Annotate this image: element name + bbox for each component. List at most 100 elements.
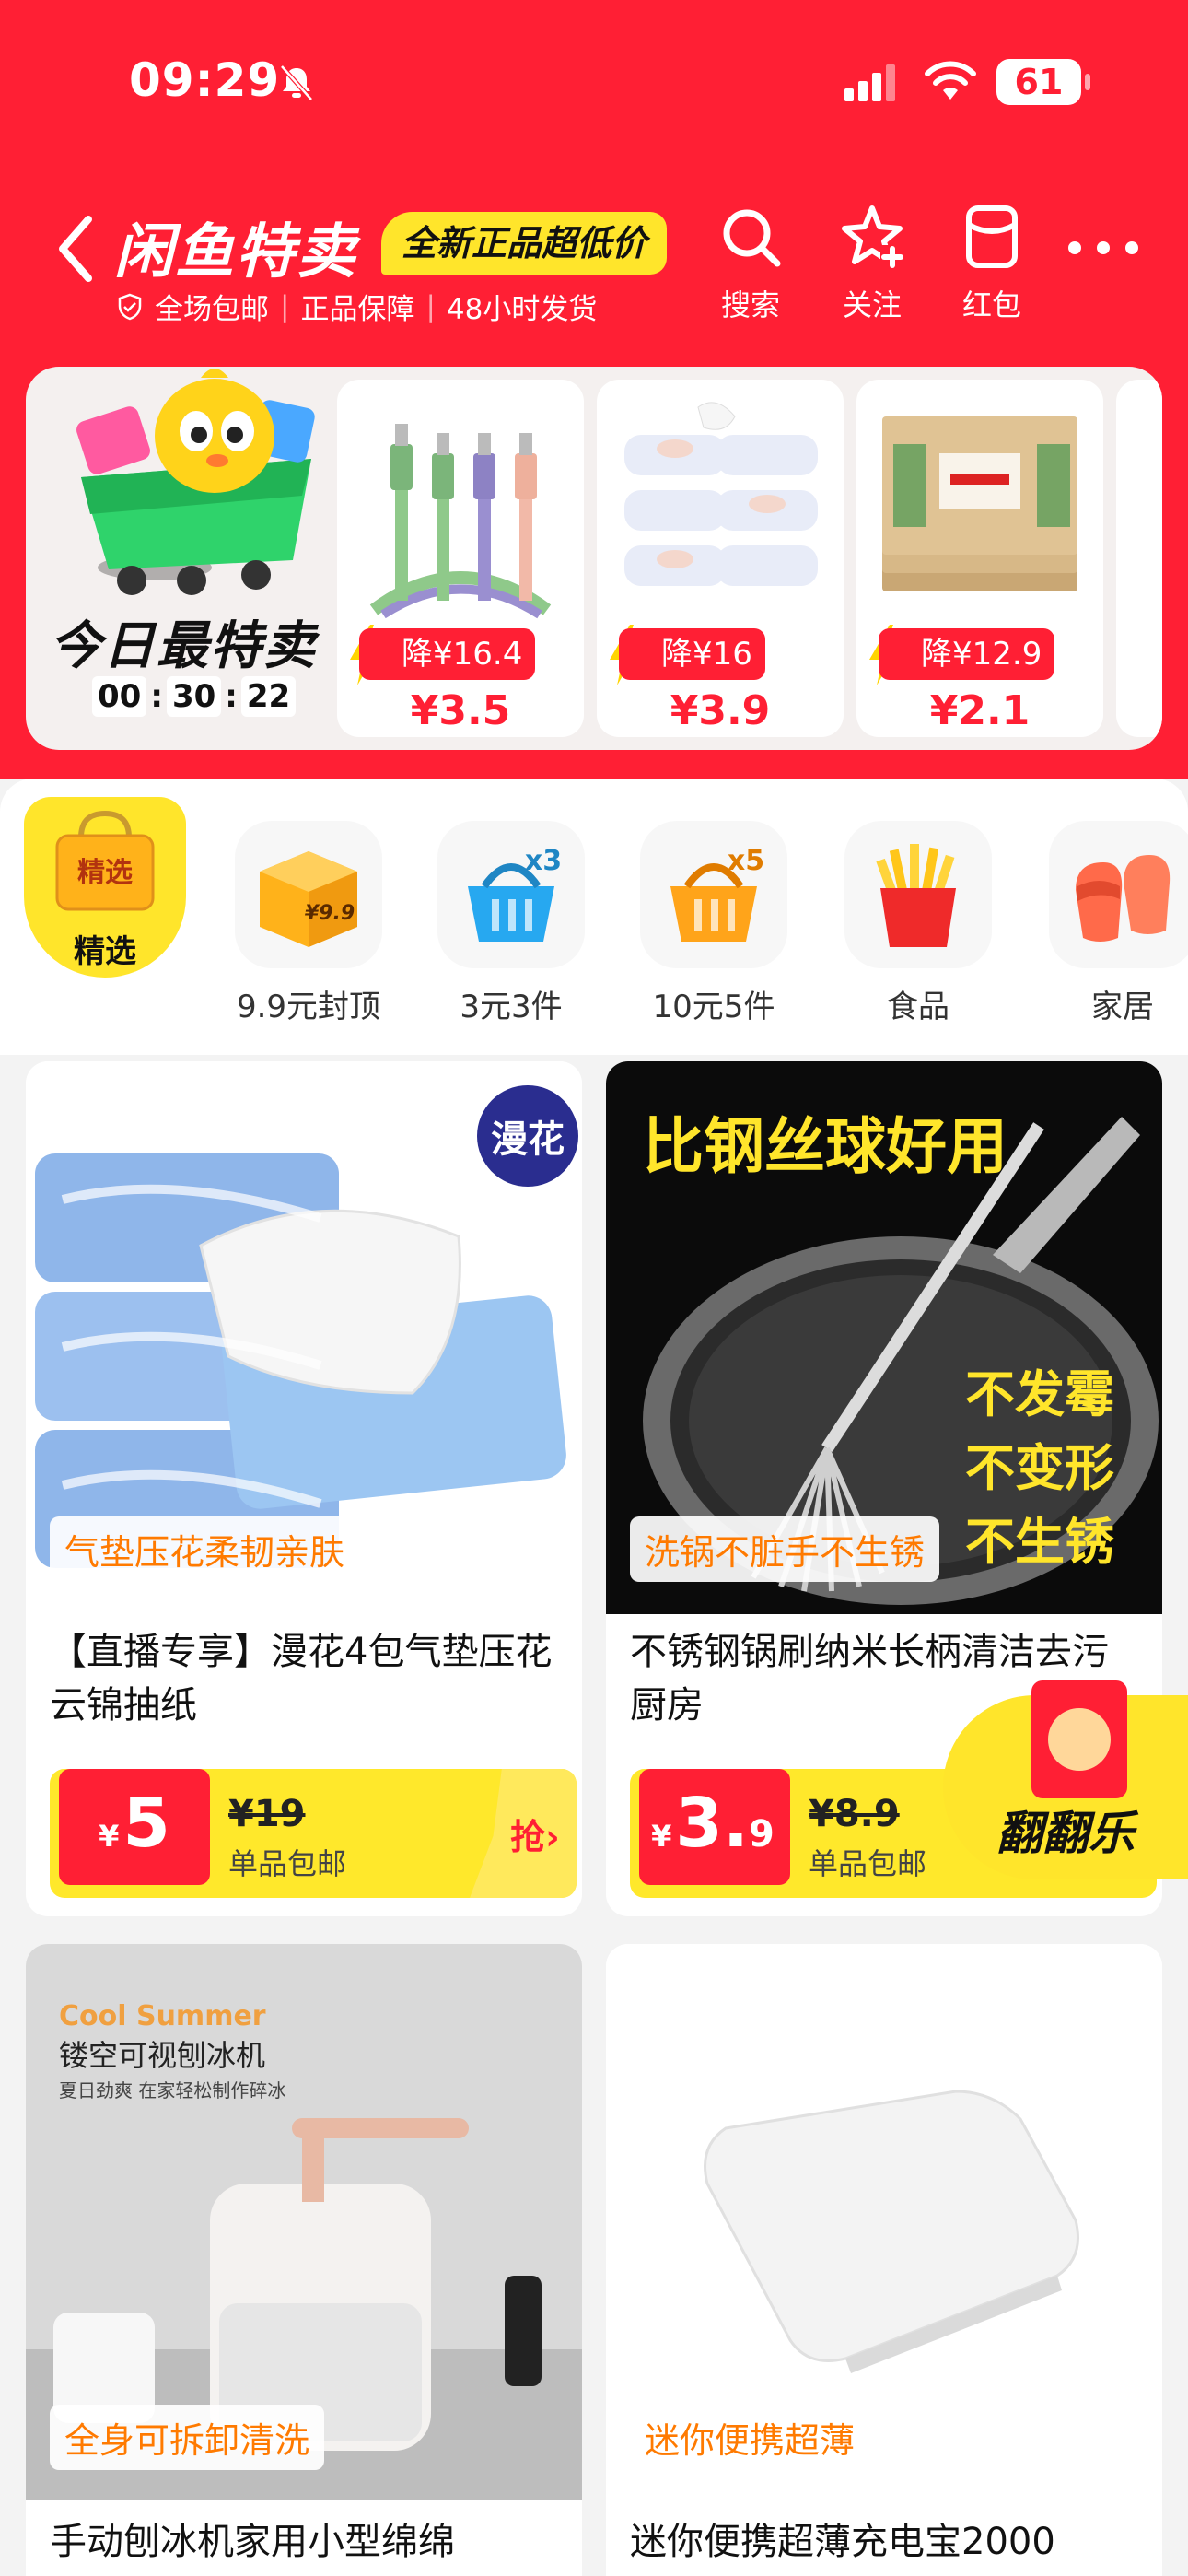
image-kicker: Cool Summer [59, 2000, 266, 2032]
category-label: 家居 [1091, 989, 1154, 1025]
category-label: 食品 [887, 989, 949, 1025]
category-label: 10元5件 [652, 989, 775, 1025]
image-claim: 不变形 [965, 1439, 1114, 1497]
image-headline: 镂空可视刨冰机 [59, 2038, 265, 2073]
product-card[interactable]: 迷你便携超薄 迷你便携超薄充电宝2000 [606, 1944, 1162, 2576]
todays-deals-panel[interactable]: 今日最特卖 00 : 30 : 22 降¥16.4 ¥3.5 降¥16 ¥3.9… [26, 367, 1162, 750]
charging-cables-image [369, 424, 552, 619]
flip-game-floating-button[interactable]: 翻翻乐 [943, 1680, 1188, 1879]
product-title: 手动刨冰机家用小型绵绵 [50, 2521, 455, 2563]
status-bar: 09:29 61 [0, 46, 1188, 120]
search-icon [723, 209, 781, 267]
category-item[interactable]: x3 3元3件 [433, 821, 589, 1026]
category-item[interactable]: x5 10元5件 [635, 821, 792, 1026]
service-promises: 全场包邮 | 正品保障 | 48小时发货 [116, 286, 597, 327]
promise-authentic: 正品保障 [300, 293, 415, 326]
battery-indicator: 61 [996, 59, 1090, 105]
star-plus-icon [842, 205, 904, 269]
bell-muted-icon [280, 64, 313, 101]
currency-symbol: ¥ [651, 1819, 672, 1854]
more-menu-button[interactable] [1068, 234, 1138, 262]
deal-card[interactable]: 降¥16 ¥3.9 [597, 380, 844, 737]
product-tagline: 洗锅不脏手不生锈 [630, 1516, 940, 1582]
deal-card[interactable]: 降¥16.4 ¥3.5 [337, 380, 584, 737]
countdown-timer: 00 : 30 : 22 [92, 676, 297, 717]
countdown-separator: : [225, 678, 238, 715]
price-value: 3. [675, 1784, 750, 1863]
basket-count-text: x3 [525, 845, 562, 877]
slippers-icon [1076, 855, 1171, 942]
fries-icon [876, 844, 956, 947]
dot [1068, 241, 1081, 254]
product-tagline: 全身可拆卸清洗 [50, 2405, 325, 2470]
image-claim: 不生锈 [965, 1513, 1114, 1571]
deal-price: ¥2.1 [929, 687, 1031, 734]
category-item[interactable]: 食品 [840, 821, 996, 1026]
product-card[interactable]: 漫花 气垫压花柔韧亲肤 【直播专享】漫花4包气垫压花云锦抽纸 ¥ 5 ¥19 单… [26, 1061, 582, 1916]
product-title: 【直播专享】漫花4包气垫压花云锦抽纸 [50, 1631, 553, 1727]
follow-button[interactable]: 关注 [821, 203, 923, 324]
image-claim: 不发霉 [965, 1365, 1114, 1423]
category-label: 3元3件 [460, 989, 563, 1025]
cellular-signal-icon [844, 64, 895, 101]
todays-deals-title: 今日最特卖 [50, 616, 317, 676]
flip-game-label: 翻翻乐 [996, 1807, 1135, 1860]
price-value: 5 [122, 1784, 170, 1863]
price-bar: ¥ 5 ¥19 单品包邮 抢› [50, 1769, 577, 1898]
deal-price-drop: 降¥12.9 [879, 628, 1055, 680]
product-tagline: 迷你便携超薄 [630, 2405, 870, 2470]
deal-price-drop: 降¥16.4 [359, 628, 536, 680]
currency-symbol: ¥ [99, 1819, 120, 1854]
follow-label: 关注 [842, 287, 902, 322]
status-time: 09:29 [129, 53, 281, 107]
countdown-hours: 00 [92, 676, 147, 717]
promise-free-shipping: 全场包邮 [155, 293, 269, 326]
slogan-badge: 全新正品超低价 [381, 212, 668, 275]
category-featured[interactable]: 精选 精选 [24, 797, 186, 978]
current-price: ¥ 3. 9 [639, 1769, 790, 1885]
product-tagline: 气垫压花柔韧亲肤 [50, 1516, 360, 1582]
divider: | [280, 289, 290, 323]
product-title: 迷你便携超薄充电宝2000 [630, 2521, 1055, 2563]
red-packet-button[interactable]: 红包 [941, 203, 1042, 324]
shipping-label: 单品包邮 [228, 1846, 347, 1881]
brand-badge: 漫花 [477, 1085, 578, 1187]
top-nav: 闲鱼特卖 全新正品超低价 全场包邮 | 正品保障 | 48小时发货 搜索 关注 … [0, 193, 1188, 341]
grab-button[interactable]: 抢› [470, 1769, 577, 1898]
wet-wipes-image [624, 402, 818, 586]
countdown-minutes: 30 [166, 676, 222, 717]
brand-title: 闲鱼特卖 [114, 218, 357, 287]
countdown-seconds: 22 [240, 676, 297, 717]
basket-orange-icon: x5 [670, 845, 764, 942]
red-envelope-icon [1031, 1680, 1127, 1798]
category-item[interactable]: ¥9.9 9.9元封顶 [230, 821, 387, 1026]
header-area: 09:29 61 闲鱼特卖 全新正品超低价 全场包邮 | 正品保障 | 48小时… [0, 0, 1188, 779]
search-button[interactable]: 搜索 [700, 203, 801, 324]
dot [1125, 241, 1138, 254]
box-icon: ¥9.9 [260, 851, 357, 947]
toothpicks-image [882, 416, 1077, 591]
back-arrow-icon[interactable] [55, 214, 96, 284]
wifi-icon [925, 61, 976, 100]
deal-card[interactable]: 降¥12.9 ¥2.1 [856, 380, 1103, 737]
red-packet-label: 红包 [961, 287, 1021, 322]
image-subtitle: 夏日劲爽 在家轻松制作碎冰 [59, 2079, 285, 2102]
search-label: 搜索 [720, 287, 780, 322]
dot [1097, 241, 1110, 254]
promise-48h: 48小时发货 [446, 293, 598, 326]
deal-price: ¥3.5 [410, 687, 511, 734]
bag-text: 精选 [77, 857, 133, 889]
product-card[interactable]: Cool Summer 镂空可视刨冰机 夏日劲爽 在家轻松制作碎冰 全身可拆卸清… [26, 1944, 582, 2576]
shopping-bag-icon: 精选 [55, 810, 155, 911]
original-price: ¥8.9 [809, 1793, 900, 1835]
mascot-cart-illustration [76, 369, 315, 595]
red-packet-icon [966, 205, 1018, 268]
divider: | [425, 289, 436, 323]
deal-card-partial[interactable] [1116, 380, 1162, 737]
shipping-label: 单品包邮 [809, 1846, 927, 1881]
shield-check-icon [118, 293, 142, 320]
price-decimal: 9 [749, 1813, 775, 1856]
category-item[interactable]: 家居 [1044, 821, 1188, 1026]
box-price-text: ¥9.9 [305, 902, 355, 925]
deal-price: ¥3.9 [670, 687, 771, 734]
